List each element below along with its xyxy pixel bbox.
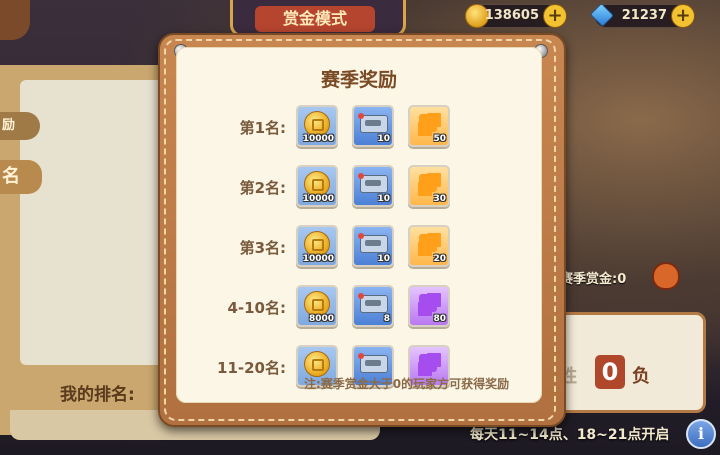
ticket-icon	[360, 295, 388, 313]
reward-row: 4-10名: 8000 8 80	[176, 285, 542, 329]
purple-puzzle-icon	[419, 294, 437, 312]
season-bounty-label: 赛季赏金:0	[560, 268, 626, 287]
gem-counter: 21237 +	[594, 4, 696, 28]
reward-item[interactable]: 10000	[296, 225, 338, 267]
reward-item[interactable]: 20	[408, 225, 450, 267]
modal-title: 赛季奖励	[176, 65, 542, 92]
reward-item[interactable]: 10	[352, 105, 394, 147]
tab-rewards[interactable]: 励	[0, 112, 40, 140]
reward-quantity: 10	[377, 194, 390, 204]
mode-title: 赏金模式	[255, 6, 375, 32]
reward-item[interactable]: 10	[352, 225, 394, 267]
purple-puzzle-icon	[419, 354, 437, 372]
reward-quantity: 10000	[303, 194, 334, 204]
reward-row: 第3名: 10000 10 20	[176, 225, 542, 269]
loss-label: 负	[632, 362, 650, 388]
mode-banner: 赏金模式	[230, 0, 406, 37]
orange-puzzle-icon	[419, 114, 437, 132]
add-gems-button[interactable]: +	[671, 4, 695, 28]
tab-ranking[interactable]: 名	[0, 160, 42, 194]
reward-quantity: 8	[384, 314, 390, 324]
reward-item[interactable]: 8	[352, 285, 394, 327]
open-hours-text: 每天11~14点、18~21点开启	[470, 424, 669, 444]
rank-label: 第2名:	[188, 177, 286, 198]
reward-row: 第1名: 10000 10 50	[176, 105, 542, 149]
modal-content: 赛季奖励 第1名: 10000 10 50 第2名: 10000 10 30 第3名: 10000…	[176, 47, 542, 403]
reward-quantity: 10000	[303, 134, 334, 144]
ticket-icon	[360, 115, 388, 133]
reward-quantity: 8000	[309, 314, 334, 324]
gem-amount: 21237	[622, 5, 667, 27]
reward-quantity: 10000	[303, 254, 334, 264]
rank-label: 4-10名:	[188, 297, 286, 318]
reward-condition-note: 注:赛季赏金大于0的玩家方可获得奖励	[304, 375, 509, 392]
orange-puzzle-icon	[419, 234, 437, 252]
loss-count: 0	[595, 355, 625, 389]
coin-counter: 138605 +	[466, 4, 568, 28]
money-bag-icon	[652, 262, 680, 290]
reward-item[interactable]: 80	[408, 285, 450, 327]
reward-quantity: 20	[433, 254, 446, 264]
reward-quantity: 30	[433, 194, 446, 204]
rank-label: 11-20名:	[188, 357, 286, 378]
ticket-icon	[360, 355, 388, 373]
reward-quantity: 50	[433, 134, 446, 144]
reward-item[interactable]: 8000	[296, 285, 338, 327]
reward-quantity: 10	[377, 254, 390, 264]
reward-quantity: 10	[377, 134, 390, 144]
reward-item[interactable]: 30	[408, 165, 450, 207]
ticket-icon	[360, 175, 388, 193]
coin-amount: 138605	[485, 5, 539, 27]
gold-coin-icon	[304, 351, 330, 377]
reward-item[interactable]: 10000	[296, 105, 338, 147]
reward-item[interactable]: 10	[352, 165, 394, 207]
reward-row: 第2名: 10000 10 30	[176, 165, 542, 209]
add-coins-button[interactable]: +	[543, 4, 567, 28]
orange-puzzle-icon	[419, 174, 437, 192]
rank-label: 第1名:	[188, 117, 286, 138]
rank-label: 第3名:	[188, 237, 286, 258]
reward-quantity: 80	[433, 314, 446, 324]
reward-item[interactable]: 10000	[296, 165, 338, 207]
my-rank-label: 我的排名:	[60, 380, 135, 405]
reward-item[interactable]: 50	[408, 105, 450, 147]
info-button[interactable]: i	[686, 419, 716, 449]
ticket-icon	[360, 235, 388, 253]
